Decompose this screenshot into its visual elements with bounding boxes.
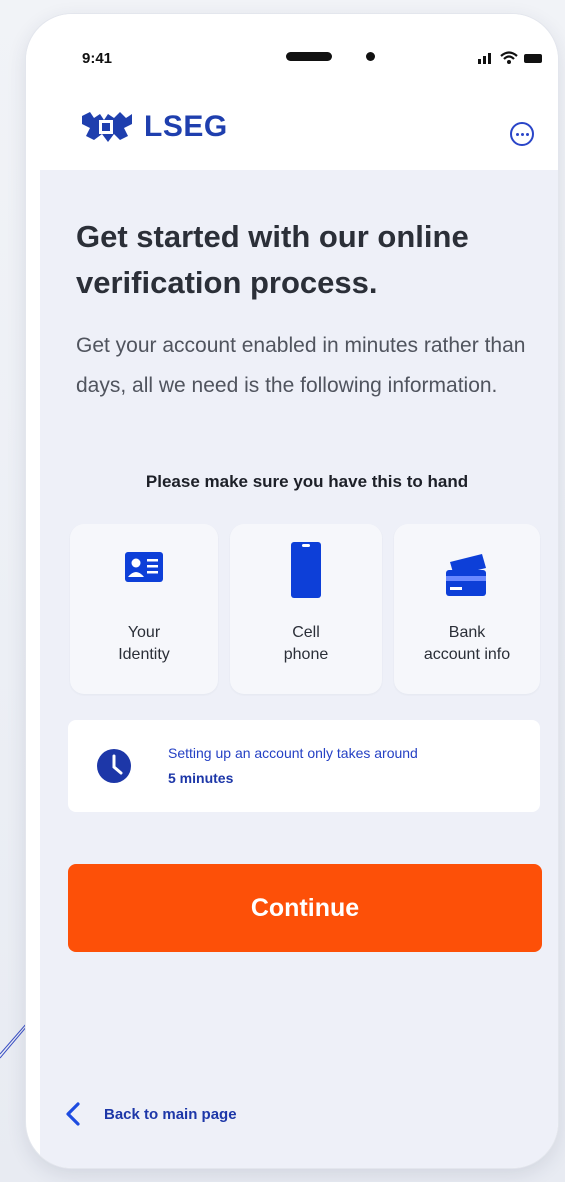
phone-frame: 9:41 LSEG Get started with our online ve: [26, 14, 558, 1168]
requirement-label: Bank account info: [423, 624, 511, 663]
back-link-label: Back to main page: [104, 1105, 237, 1123]
clock-icon: [97, 749, 131, 783]
page-title: Get started with our online verification…: [76, 219, 469, 300]
requirement-card-bank: Bank account info: [394, 524, 540, 694]
id-card-icon: [125, 552, 163, 582]
brand-name: LSEG: [144, 110, 228, 143]
requirement-label: Cell phone: [283, 624, 329, 663]
requirement-label: Your Identity: [118, 624, 170, 663]
more-icon: [515, 132, 529, 136]
continue-button[interactable]: Continue: [68, 864, 542, 952]
checklist-hint: Please make sure you have this to hand: [145, 472, 469, 491]
intro-text: Get your account enabled in minutes rath…: [76, 334, 526, 397]
status-icons: [478, 51, 542, 64]
speaker-notch: [286, 52, 332, 61]
app-header: [26, 14, 558, 170]
status-bar-time: 9:41: [82, 50, 113, 67]
more-options-button[interactable]: [510, 122, 534, 146]
requirement-card-phone: Cell phone: [230, 524, 382, 694]
time-notice-duration: 5 minutes: [168, 770, 234, 786]
chevron-left-icon: [66, 1102, 80, 1126]
brand-logo: LSEG: [78, 110, 228, 144]
time-notice: Setting up an account only takes around …: [68, 720, 540, 812]
bank-card-icon: [446, 554, 486, 596]
requirement-card-identity: Your Identity: [70, 524, 218, 694]
signal-icon: [478, 53, 491, 64]
crest-icon: [82, 112, 132, 142]
time-notice-text: Setting up an account only takes around: [168, 745, 418, 761]
battery-icon: [524, 54, 542, 63]
back-to-main-link[interactable]: Back to main page: [64, 1102, 237, 1126]
cell-phone-icon: [291, 542, 321, 598]
camera-dot: [366, 52, 375, 61]
wifi-icon: [500, 51, 518, 64]
